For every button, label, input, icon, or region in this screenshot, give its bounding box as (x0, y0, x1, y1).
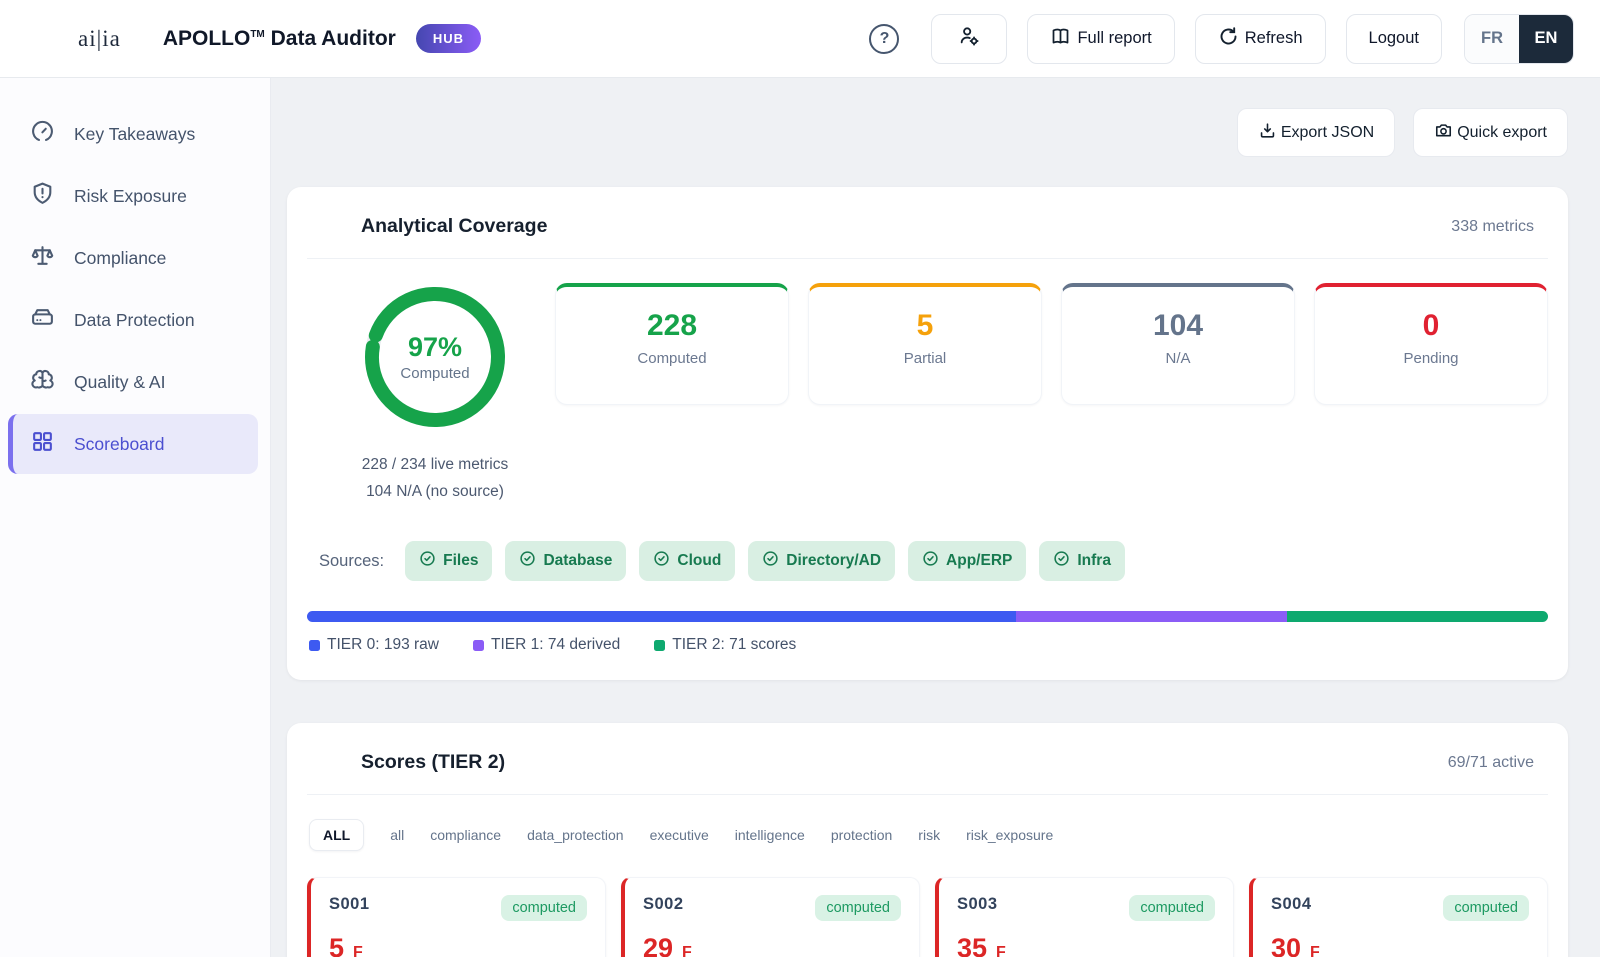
status-badge: computed (501, 895, 587, 921)
tier2-swatch (654, 640, 665, 651)
source-chip-infra[interactable]: Infra (1039, 541, 1125, 581)
score-card-s002[interactable]: S002 computed 29 F Score Qualite (FILES)… (621, 877, 920, 957)
sidebar-item-data-protection[interactable]: Data Protection (8, 290, 258, 350)
shield-alert-icon (30, 181, 55, 211)
filter-protection[interactable]: protection (831, 827, 892, 843)
user-gear-icon (958, 25, 980, 52)
full-report-button[interactable]: Full report (1027, 14, 1174, 64)
logout-button[interactable]: Logout (1346, 14, 1442, 64)
help-icon[interactable]: ? (869, 24, 899, 54)
sidebar-item-key-takeaways[interactable]: Key Takeaways (8, 104, 258, 164)
coverage-stats: 228 Computed 5 Partial 104 N/A 0 Pending (555, 283, 1548, 505)
sidebar: Key Takeaways Risk Exposure Compliance D… (0, 78, 271, 957)
filter-intelligence[interactable]: intelligence (735, 827, 805, 843)
camera-icon (1434, 121, 1453, 145)
check-circle-icon (922, 550, 939, 572)
sources-label: Sources: (319, 552, 384, 571)
filter-compliance[interactable]: compliance (430, 827, 501, 843)
check-circle-icon (762, 550, 779, 572)
main-content: Export JSON Quick export Analytical Cove… (271, 78, 1600, 957)
tier1-legend: TIER 1: 74 derived (473, 636, 620, 654)
source-chip-directory-ad[interactable]: Directory/AD (748, 541, 895, 581)
coverage-title: Analytical Coverage (361, 215, 547, 238)
tier0-segment (307, 611, 1016, 622)
score-card-s003[interactable]: S003 computed 35 F Score Gouvernance (FI… (935, 877, 1234, 957)
sources-row: Sources: Files Database Cloud Directory/… (319, 541, 1548, 581)
status-badge: computed (815, 895, 901, 921)
server-icon (30, 305, 55, 335)
donut-percent: 97% (408, 332, 462, 363)
score-card-s004[interactable]: S004 computed 30 F Score AI-Readiness (F… (1249, 877, 1548, 957)
sidebar-item-risk-exposure[interactable]: Risk Exposure (8, 166, 258, 226)
sidebar-item-quality-ai[interactable]: Quality & AI (8, 352, 258, 412)
user-settings-button[interactable] (931, 14, 1007, 64)
export-toolbar: Export JSON Quick export (287, 108, 1568, 157)
tier0-legend: TIER 0: 193 raw (309, 636, 439, 654)
filter-all[interactable]: all (390, 827, 404, 843)
source-chip-cloud[interactable]: Cloud (639, 541, 735, 581)
stat-pending: 0 Pending (1314, 283, 1548, 405)
tier1-swatch (473, 640, 484, 651)
filter-data-protection[interactable]: data_protection (527, 827, 624, 843)
download-icon (1258, 121, 1277, 145)
donut-label: Computed (400, 365, 469, 382)
hub-badge: HUB (416, 24, 481, 53)
check-circle-icon (519, 550, 536, 572)
scores-card: Scores (TIER 2) 69/71 active ALL all com… (287, 723, 1568, 957)
export-json-button[interactable]: Export JSON (1237, 108, 1395, 157)
coverage-donut: 97% Computed 228 / 234 live metrics 104 … (307, 283, 555, 505)
source-chip-app-erp[interactable]: App/ERP (908, 541, 1026, 581)
score-grid: S001 computed 5 F Score Organisation int… (307, 877, 1548, 957)
book-icon (1050, 26, 1071, 52)
scores-active-count: 69/71 active (1448, 754, 1534, 772)
status-badge: computed (1443, 895, 1529, 921)
analytical-coverage-card: Analytical Coverage 338 metrics 97% Comp… (287, 187, 1568, 680)
score-card-s001[interactable]: S001 computed 5 F Score Organisation int… (307, 877, 606, 957)
refresh-button[interactable]: Refresh (1195, 14, 1326, 64)
tier-distribution-bar (307, 611, 1548, 622)
source-chip-database[interactable]: Database (505, 541, 626, 581)
na-metrics-text: 104 N/A (no source) (362, 478, 508, 505)
check-circle-icon (653, 550, 670, 572)
status-badge: computed (1129, 895, 1215, 921)
check-circle-icon (1053, 550, 1070, 572)
app-header: ai|ia APOLLOTM Data Auditor HUB ? Full r… (0, 0, 1600, 78)
lang-en-button[interactable]: EN (1519, 15, 1573, 63)
sidebar-item-scoreboard[interactable]: Scoreboard (8, 414, 258, 474)
score-filters: ALL all compliance data_protection execu… (309, 819, 1548, 851)
tier1-segment (1016, 611, 1288, 622)
filter-all-caps[interactable]: ALL (309, 819, 364, 851)
check-circle-icon (419, 550, 436, 572)
tier2-legend: TIER 2: 71 scores (654, 636, 796, 654)
lang-fr-button[interactable]: FR (1465, 15, 1519, 63)
quick-export-button[interactable]: Quick export (1413, 108, 1568, 157)
language-toggle: FR EN (1464, 14, 1574, 64)
source-chip-files[interactable]: Files (405, 541, 492, 581)
filter-risk-exposure[interactable]: risk_exposure (966, 827, 1053, 843)
coverage-metrics-total: 338 metrics (1451, 218, 1534, 236)
stat-partial: 5 Partial (808, 283, 1042, 405)
app-title: APOLLOTM Data Auditor (163, 27, 396, 51)
refresh-icon (1218, 26, 1239, 52)
stat-computed: 228 Computed (555, 283, 789, 405)
filter-risk[interactable]: risk (918, 827, 940, 843)
scores-title: Scores (TIER 2) (361, 751, 505, 774)
filter-executive[interactable]: executive (650, 827, 709, 843)
brand-logo: ai|ia (78, 26, 121, 52)
scales-icon (30, 243, 55, 273)
stat-na: 104 N/A (1061, 283, 1295, 405)
sidebar-item-compliance[interactable]: Compliance (8, 228, 258, 288)
tier-legend: TIER 0: 193 raw TIER 1: 74 derived TIER … (309, 636, 1548, 654)
gauge-icon (30, 119, 55, 149)
tier2-segment (1287, 611, 1548, 622)
tier0-swatch (309, 640, 320, 651)
grid-icon (30, 429, 55, 459)
live-metrics-text: 228 / 234 live metrics (362, 451, 508, 478)
brain-icon (30, 367, 55, 397)
